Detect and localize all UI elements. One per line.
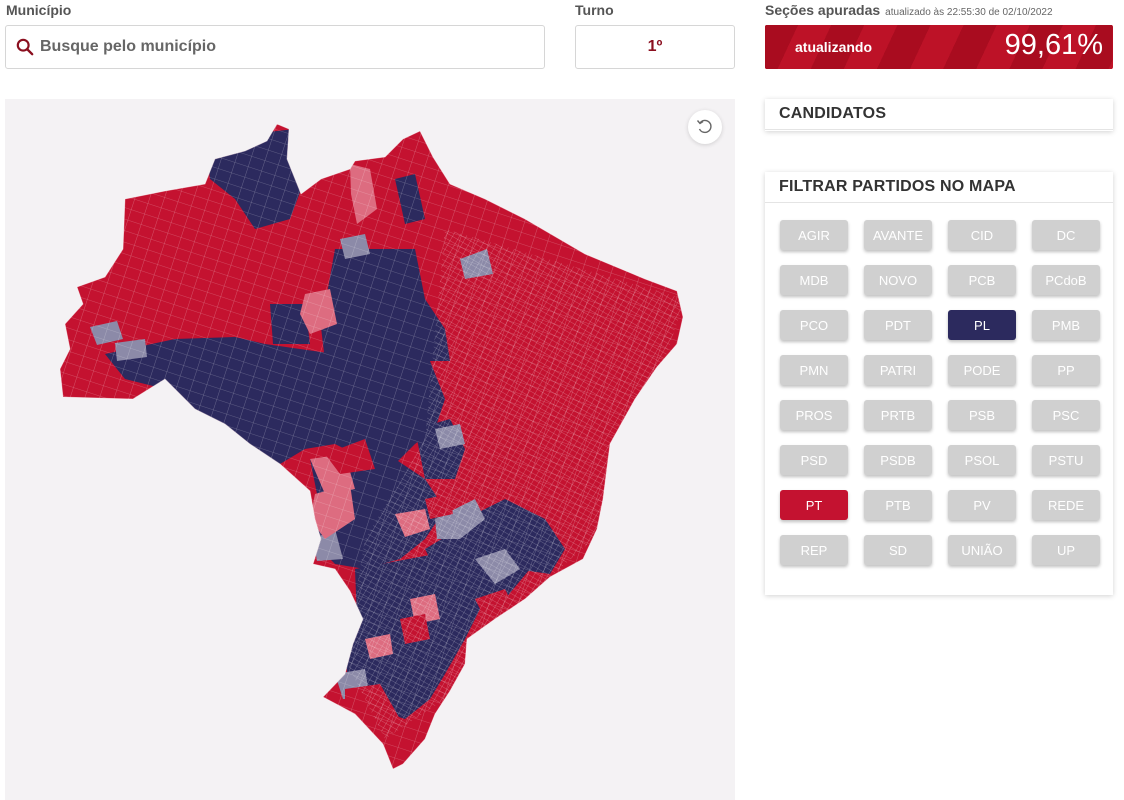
municipio-search-input[interactable]	[40, 38, 520, 56]
party-filter-pmb[interactable]: PMB	[1032, 310, 1100, 340]
party-filter-rede[interactable]: REDE	[1032, 490, 1100, 520]
secoes-header: Seções apuradas atualizado às 22:55:30 d…	[765, 2, 1053, 18]
secoes-progress-bar: atualizando 99,61%	[765, 25, 1113, 69]
party-filter-psdb[interactable]: PSDB	[864, 445, 932, 475]
party-filter-pco[interactable]: PCO	[780, 310, 848, 340]
party-filter-pcb[interactable]: PCB	[948, 265, 1016, 295]
party-filter-pl[interactable]: PL	[948, 310, 1016, 340]
map-svg[interactable]	[5, 99, 735, 800]
party-filter-pode[interactable]: PODE	[948, 355, 1016, 385]
party-filter-cid[interactable]: CID	[948, 220, 1016, 250]
party-filter-grid: AGIR AVANTE CID DC MDB NOVO PCB PCdoB PCO PDT PL PM…	[780, 220, 1100, 565]
reset-zoom-button[interactable]	[688, 110, 722, 144]
party-filter-mdb[interactable]: MDB	[780, 265, 848, 295]
rotate-ccw-icon	[696, 119, 712, 134]
update-timestamp: atualizado às 22:55:30 de 02/10/2022	[885, 7, 1053, 18]
party-filter-pt[interactable]: PT	[780, 490, 848, 520]
party-filter-title: FILTRAR PARTIDOS NO MAPA	[765, 172, 1113, 203]
map-regions	[60, 124, 683, 769]
percent-text: 99,61%	[1004, 29, 1103, 61]
brazil-municipality-map[interactable]	[5, 99, 735, 800]
secoes-label: Seções apuradas	[765, 2, 881, 18]
electoral-results-page: Município Turno 1º Seções apuradas atual…	[0, 0, 1124, 800]
municipio-label: Município	[6, 2, 72, 18]
party-filter-pmn[interactable]: PMN	[780, 355, 848, 385]
party-filter-pstu[interactable]: PSTU	[1032, 445, 1100, 475]
party-filter-sd[interactable]: SD	[864, 535, 932, 565]
search-icon	[16, 38, 34, 56]
party-filter-up[interactable]: UP	[1032, 535, 1100, 565]
party-filter-pdt[interactable]: PDT	[864, 310, 932, 340]
candidatos-title: CANDIDATOS	[765, 99, 1113, 130]
party-filter-psol[interactable]: PSOL	[948, 445, 1016, 475]
party-filter-rep[interactable]: REP	[780, 535, 848, 565]
status-text: atualizando	[795, 39, 873, 55]
party-filter-pros[interactable]: PROS	[780, 400, 848, 430]
municipio-search-box[interactable]	[5, 25, 545, 69]
candidatos-panel: CANDIDATOS	[765, 99, 1113, 131]
party-filter-dc[interactable]: DC	[1032, 220, 1100, 250]
party-filter-psb[interactable]: PSB	[948, 400, 1016, 430]
party-filter-pv[interactable]: PV	[948, 490, 1016, 520]
party-filter-avante[interactable]: AVANTE	[864, 220, 932, 250]
party-filter-agir[interactable]: AGIR	[780, 220, 848, 250]
party-filter-pp[interactable]: PP	[1032, 355, 1100, 385]
turno-select[interactable]: 1º	[575, 25, 735, 69]
party-filter-prtb[interactable]: PRTB	[864, 400, 932, 430]
party-filter-ptb[interactable]: PTB	[864, 490, 932, 520]
party-filter-novo[interactable]: NOVO	[864, 265, 932, 295]
turno-label: Turno	[575, 2, 614, 18]
party-filter-patri[interactable]: PATRI	[864, 355, 932, 385]
party-filter-psd[interactable]: PSD	[780, 445, 848, 475]
party-filter-psc[interactable]: PSC	[1032, 400, 1100, 430]
party-filter-união[interactable]: UNIÃO	[948, 535, 1016, 565]
party-filter-pcdob[interactable]: PCdoB	[1032, 265, 1100, 295]
party-filter-panel: FILTRAR PARTIDOS NO MAPA AGIR AVANTE CID DC…	[765, 172, 1113, 595]
